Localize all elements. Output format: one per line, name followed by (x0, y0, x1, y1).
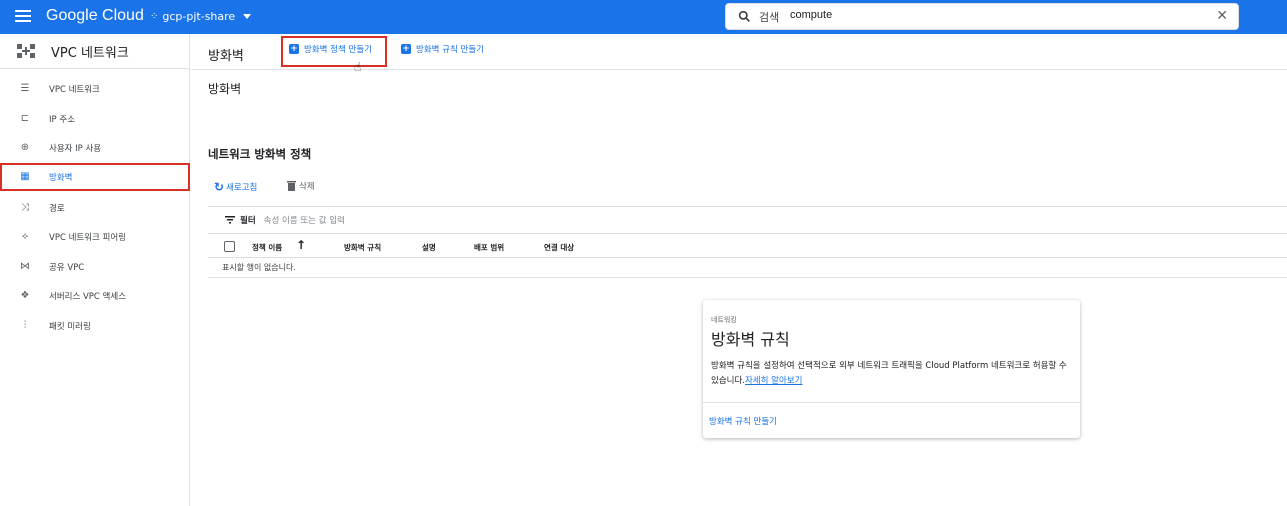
empty-state-text: 표시할 행이 없습니다. (222, 263, 296, 272)
select-all-checkbox[interactable] (224, 241, 235, 252)
card-title: 방화벽 규칙 (711, 330, 790, 349)
network-icon: ☰ (20, 83, 30, 94)
search-bar[interactable]: 검색 compute ✕ (725, 3, 1239, 30)
brand-logo[interactable]: Google Cloud (46, 7, 144, 25)
refresh-icon: ↻ (214, 180, 225, 194)
hand-cursor-icon: ☝ (354, 60, 362, 74)
delete-label: 삭제 (299, 182, 315, 192)
refresh-label: 새로고침 (226, 183, 258, 193)
vpc-network-icon (17, 44, 35, 58)
sidebar-item-label: 경로 (49, 204, 65, 214)
sidebar-item-label: 사용자 IP 사용 (49, 144, 102, 154)
route-icon: ⤨ (21, 202, 29, 213)
create-firewall-policy-label: 방화벽 정책 만들기 (304, 45, 372, 55)
divider (703, 402, 1080, 403)
sidebar: VPC 네트워크 ☰ VPC 네트워크 ⊏ IP 주소 ⊕ 사용자 IP 사용 … (0, 34, 190, 506)
sidebar-header: VPC 네트워크 (0, 34, 189, 69)
create-firewall-rule-button[interactable]: + 방화벽 규칙 만들기 (401, 43, 484, 55)
page-title: 방화벽 (208, 49, 244, 64)
table-header: 정책 이름 ↑ 방화벽 규칙 설명 배포 범위 연결 대상 (208, 236, 1287, 258)
top-bar: Google Cloud ⁘ gcp-pjt-share 검색 compute … (0, 0, 1287, 34)
project-selector[interactable]: ⁘ gcp-pjt-share (150, 10, 252, 23)
sidebar-item-serverless[interactable]: ❖ 서버리스 VPC 액세스 (0, 283, 190, 309)
column-header-firewall-rules[interactable]: 방화벽 규칙 (344, 242, 381, 253)
sidebar-item-label: 패킷 미러링 (49, 322, 91, 332)
section-subtitle: 방화벽 (208, 82, 242, 96)
sidebar-item-user-ip[interactable]: ⊕ 사용자 IP 사용 (0, 135, 190, 161)
table-empty-row: 표시할 행이 없습니다. (208, 258, 1287, 278)
sidebar-item-label: 공유 VPC (49, 263, 85, 273)
column-header-policy-name[interactable]: 정책 이름 (252, 242, 282, 253)
sidebar-title: VPC 네트워크 (51, 45, 129, 61)
card-create-rule-link[interactable]: 방화벽 규칙 만들기 (709, 415, 777, 427)
filter-bar[interactable]: 필터 속성 이름 또는 값 입력 (208, 206, 1287, 234)
learn-more-link[interactable]: 자세히 알아보기 (745, 376, 802, 386)
serverless-icon: ❖ (20, 290, 30, 301)
firewall-rules-card: 네트워킹 방화벽 규칙 방화벽 규칙을 설정하여 선택적으로 외부 네트워크 트… (703, 300, 1080, 438)
packet-mirroring-icon: ⫶ (23, 320, 27, 331)
ip-address-icon: ⊏ (20, 113, 30, 124)
close-icon[interactable]: ✕ (1216, 8, 1228, 24)
sidebar-item-label: VPC 네트워크 피어링 (49, 233, 127, 243)
create-firewall-rule-label: 방화벽 규칙 만들기 (416, 45, 484, 55)
sidebar-item-vpc-network[interactable]: ☰ VPC 네트워크 (0, 76, 190, 102)
column-header-deployment-scope[interactable]: 배포 범위 (474, 242, 504, 253)
filter-label: 필터 (240, 216, 256, 226)
column-header-associations[interactable]: 연결 대상 (544, 242, 574, 253)
search-icon (738, 10, 750, 22)
sidebar-item-label: 방화벽 (49, 173, 73, 183)
globe-icon: ⊕ (20, 142, 30, 153)
project-icon: ⁘ (150, 11, 159, 22)
search-input[interactable]: compute (790, 9, 832, 21)
sidebar-item-label: IP 주소 (49, 115, 75, 125)
sidebar-item-peering[interactable]: ⟡ VPC 네트워크 피어링 (0, 224, 190, 250)
shared-vpc-icon: ⋈ (20, 261, 30, 272)
create-firewall-policy-button[interactable]: + 방화벽 정책 만들기 (289, 43, 372, 55)
sidebar-item-firewall[interactable]: ▦ 방화벽 (0, 163, 190, 191)
sidebar-item-shared-vpc[interactable]: ⋈ 공유 VPC (0, 254, 190, 280)
card-description: 방화벽 규칙을 설정하여 선택적으로 외부 네트워크 트래픽을 Cloud Pl… (711, 359, 1076, 389)
project-name: gcp-pjt-share (162, 10, 236, 23)
section-title: 네트워크 방화벽 정책 (208, 147, 312, 161)
sidebar-item-packet-mirroring[interactable]: ⫶ 패킷 미러링 (0, 313, 190, 339)
column-header-description[interactable]: 설명 (422, 242, 436, 253)
sort-ascending-icon[interactable]: ↑ (296, 238, 306, 252)
peering-icon: ⟡ (21, 231, 29, 242)
sidebar-item-ip-address[interactable]: ⊏ IP 주소 (0, 106, 190, 132)
search-label: 검색 (759, 11, 780, 24)
sidebar-item-routes[interactable]: ⤨ 경로 (0, 195, 190, 221)
add-icon: + (289, 44, 299, 54)
refresh-button[interactable]: ↻ 새로고침 (214, 180, 257, 194)
sidebar-item-label: 서버리스 VPC 액세스 (49, 292, 127, 302)
chevron-down-icon (243, 14, 252, 19)
menu-icon[interactable] (15, 10, 31, 23)
firewall-icon: ▦ (20, 171, 30, 182)
trash-icon (287, 181, 296, 191)
filter-icon (225, 216, 235, 224)
delete-button[interactable]: 삭제 (287, 180, 315, 192)
add-icon: + (401, 44, 411, 54)
card-eyebrow: 네트워킹 (711, 316, 737, 324)
sidebar-item-label: VPC 네트워크 (49, 85, 100, 95)
filter-input[interactable]: 속성 이름 또는 값 입력 (264, 214, 345, 226)
